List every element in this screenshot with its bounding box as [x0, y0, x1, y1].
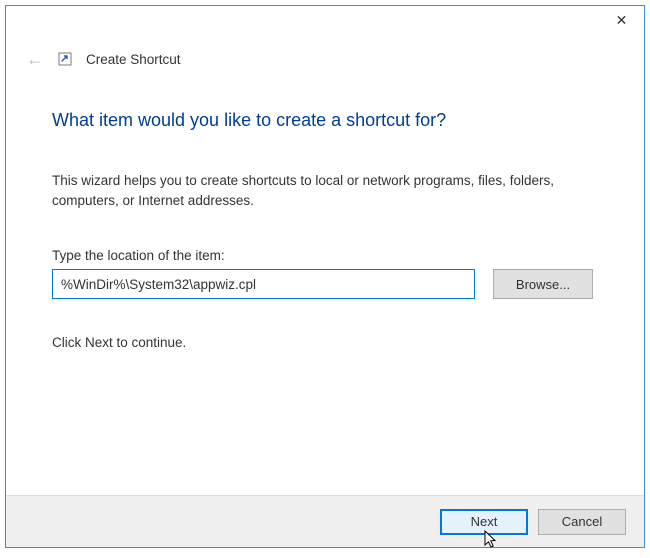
- main-heading: What item would you like to create a sho…: [52, 110, 598, 131]
- browse-button[interactable]: Browse...: [493, 269, 593, 299]
- dialog-title: Create Shortcut: [86, 52, 181, 67]
- cancel-button[interactable]: Cancel: [538, 509, 626, 535]
- location-input-label: Type the location of the item:: [52, 248, 598, 263]
- close-icon: ✕: [616, 12, 628, 29]
- wizard-description: This wizard helps you to create shortcut…: [52, 171, 572, 210]
- location-input[interactable]: [52, 269, 475, 299]
- shortcut-applet-icon: [58, 52, 72, 66]
- back-arrow-icon: ←: [26, 50, 44, 68]
- dialog-content: What item would you like to create a sho…: [6, 68, 644, 495]
- create-shortcut-dialog: ✕ ← Create Shortcut What item would you …: [5, 5, 645, 548]
- dialog-footer: Next Cancel: [6, 495, 644, 547]
- close-button[interactable]: ✕: [599, 6, 644, 34]
- location-input-row: Browse...: [52, 269, 598, 299]
- continue-instruction: Click Next to continue.: [52, 335, 598, 350]
- next-button[interactable]: Next: [440, 509, 528, 535]
- titlebar: ✕: [6, 6, 644, 38]
- dialog-header: ← Create Shortcut: [6, 50, 644, 68]
